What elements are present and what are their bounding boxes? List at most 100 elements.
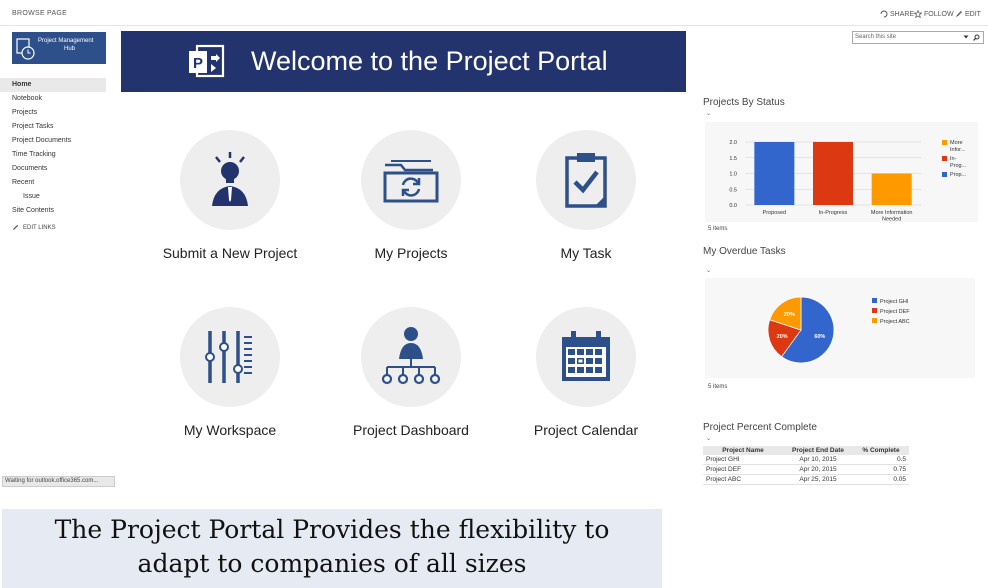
nav-item-projects[interactable]: Projects bbox=[0, 106, 106, 120]
projects-by-status-title: Projects By Status bbox=[703, 97, 785, 108]
legend-swatch bbox=[942, 172, 947, 177]
nav-item-project-tasks[interactable]: Project Tasks bbox=[0, 120, 106, 134]
promo-caption: The Project Portal Provides the flexibil… bbox=[2, 509, 662, 588]
tile-label: Project Dashboard bbox=[353, 422, 469, 438]
legend-label: Prop... bbox=[950, 172, 967, 178]
search-icon[interactable] bbox=[973, 34, 980, 41]
tile-circle bbox=[536, 130, 636, 230]
column-header-project-name[interactable]: Project Name bbox=[703, 446, 783, 455]
tile-project-calendar[interactable]: Project Calendar bbox=[516, 307, 656, 438]
column-header-end-date[interactable]: Project End Date bbox=[783, 446, 853, 455]
bar bbox=[813, 142, 853, 205]
idea-person-icon bbox=[212, 152, 248, 206]
chevron-down-icon[interactable]: ⌄ bbox=[706, 267, 711, 274]
tile-label: My Task bbox=[560, 245, 612, 261]
edit-links-button[interactable]: EDIT LINKS bbox=[0, 224, 106, 231]
y-tick-label: 2.0 bbox=[729, 140, 737, 146]
project-app-icon: P bbox=[189, 44, 225, 78]
share-button[interactable]: SHARE bbox=[880, 10, 914, 18]
legend-label: Project ABC bbox=[880, 319, 910, 325]
tile-label: My Workspace bbox=[183, 422, 277, 438]
tile-label: Submit a New Project bbox=[162, 245, 298, 261]
caption-line-2: adapt to companies of all sizes bbox=[137, 549, 527, 578]
clipboard-check-icon bbox=[565, 153, 607, 208]
pie-slice-label: 20% bbox=[777, 334, 788, 340]
legend-label: In- bbox=[950, 156, 957, 162]
nav-item-project-documents[interactable]: Project Documents bbox=[0, 134, 106, 148]
bar bbox=[871, 173, 912, 205]
tile-my-task[interactable]: My Task bbox=[516, 130, 656, 261]
legend-label: Project GHI bbox=[880, 299, 909, 305]
welcome-banner: P Welcome to the Project Portal bbox=[121, 31, 686, 92]
browser-status-bar: Waiting for outlook.office365.com... bbox=[2, 476, 115, 487]
logo-text-line2: Hub bbox=[64, 46, 76, 52]
site-logo[interactable]: Project Management Hub bbox=[12, 32, 106, 64]
project-percent-complete-title: Project Percent Complete bbox=[703, 422, 817, 433]
y-tick-label: 0.0 bbox=[729, 203, 737, 209]
nav-item-recent[interactable]: Recent bbox=[0, 176, 106, 190]
cell-percent: 0.05 bbox=[853, 474, 909, 485]
share-icon bbox=[880, 10, 888, 18]
tile-label: Project Calendar bbox=[533, 422, 639, 438]
table-header-row: Project Name Project End Date % Complete bbox=[703, 446, 909, 455]
caption-line-1: The Project Portal Provides the flexibil… bbox=[54, 515, 610, 544]
follow-label: FOLLOW bbox=[924, 10, 954, 18]
tile-circle bbox=[361, 130, 461, 230]
cell-end-date: Apr 25, 2015 bbox=[783, 474, 853, 485]
tab-page[interactable]: PAGE bbox=[47, 10, 67, 17]
pie-slice-label: 60% bbox=[814, 334, 825, 340]
cell-project-name: Project DEF bbox=[703, 464, 783, 475]
nav-item-documents[interactable]: Documents bbox=[0, 162, 106, 176]
nav-item-time-tracking[interactable]: Time Tracking bbox=[0, 148, 106, 162]
cell-percent: 0.75 bbox=[853, 464, 909, 475]
chevron-down-icon[interactable]: ⌄ bbox=[706, 435, 711, 442]
x-tick-label: Proposed bbox=[763, 210, 787, 216]
legend-swatch bbox=[872, 308, 877, 313]
search-input[interactable]: Search this site bbox=[852, 31, 984, 44]
tile-circle bbox=[180, 307, 280, 407]
tile-circle bbox=[361, 307, 461, 407]
nav-item-issue[interactable]: Issue bbox=[0, 190, 106, 204]
legend-swatch bbox=[872, 298, 877, 303]
status-item-count: 5 items bbox=[708, 226, 728, 232]
pie-slice-label: 20% bbox=[784, 312, 795, 318]
nav-item-home[interactable]: Home bbox=[0, 78, 106, 92]
nav-item-notebook[interactable]: Notebook bbox=[0, 92, 106, 106]
logo-clock-icon bbox=[16, 38, 35, 60]
nav-item-site-contents[interactable]: Site Contents bbox=[0, 204, 106, 218]
edit-button[interactable]: EDIT bbox=[955, 10, 981, 18]
ribbon-bar: BROWSE PAGE SHARE FOLLOW EDIT bbox=[0, 0, 988, 26]
folder-sync-icon bbox=[383, 160, 439, 203]
cell-project-name: Project ABC bbox=[703, 474, 783, 485]
cell-end-date: Apr 20, 2015 bbox=[783, 464, 853, 475]
edit-links-label: EDIT LINKS bbox=[23, 224, 56, 231]
cell-end-date: Apr 10, 2015 bbox=[783, 455, 853, 465]
legend-swatch bbox=[872, 318, 877, 323]
column-header-percent[interactable]: % Complete bbox=[853, 446, 909, 455]
cell-percent: 0.5 bbox=[853, 455, 909, 465]
my-overdue-tasks-chart: 60% 20% 20% Project GHI Project DEF Project A… bbox=[767, 296, 910, 364]
pencil-icon bbox=[956, 11, 962, 17]
logo-text-line1: Project Management bbox=[38, 38, 94, 44]
tile-submit-new-project[interactable]: Submit a New Project bbox=[160, 130, 300, 261]
cell-project-name: Project GHI bbox=[703, 455, 783, 465]
search-placeholder: Search this site bbox=[855, 34, 897, 40]
tab-browse[interactable]: BROWSE bbox=[12, 10, 45, 17]
projects-by-status-chart: 0.0 0.5 1.0 1.5 2.0 Proposed In-Progress More I… bbox=[729, 140, 967, 223]
tile-my-workspace[interactable]: My Workspace bbox=[160, 307, 300, 438]
share-label: SHARE bbox=[890, 10, 915, 18]
y-tick-label: 1.0 bbox=[729, 172, 737, 178]
x-tick-label: More Information bbox=[871, 210, 913, 216]
table-row: Project GHI Apr 10, 2015 0.5 bbox=[703, 455, 909, 465]
x-tick-label: In-Progress bbox=[819, 210, 848, 216]
banner-title: Welcome to the Project Portal bbox=[251, 46, 608, 76]
legend-label: Project DEF bbox=[880, 309, 910, 315]
tile-my-projects[interactable]: My Projects bbox=[341, 130, 481, 261]
tile-project-dashboard[interactable]: Project Dashboard bbox=[341, 307, 481, 438]
svg-text:P: P bbox=[193, 55, 203, 72]
legend-swatch bbox=[942, 156, 947, 161]
legend-label: More bbox=[950, 140, 963, 146]
dropdown-icon[interactable] bbox=[963, 34, 969, 40]
chevron-down-icon[interactable]: ⌄ bbox=[706, 110, 711, 117]
follow-button[interactable]: FOLLOW bbox=[914, 10, 954, 18]
